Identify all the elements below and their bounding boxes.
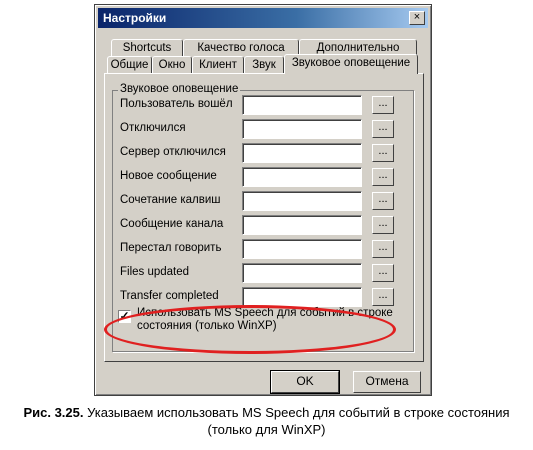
tab-sound-notification[interactable]: Звуковое оповещение: [284, 54, 418, 74]
sound-file-input-files-updated[interactable]: [242, 263, 362, 283]
sound-file-input-user-joined[interactable]: [242, 95, 362, 115]
sound-file-input-channel-message[interactable]: [242, 215, 362, 235]
figure-caption: Рис. 3.25. Указываем использовать MS Spe…: [0, 404, 533, 438]
label-channel-message: Сообщение канала: [120, 218, 224, 230]
ok-button[interactable]: OK: [270, 370, 340, 394]
label-user-joined: Пользователь вошёл: [120, 98, 233, 110]
caption-text: Указываем использовать MS Speech для соб…: [83, 405, 510, 437]
sound-file-input-server-disconnected[interactable]: [242, 143, 362, 163]
label-disconnected: Отключился: [120, 122, 186, 134]
tab-shortcuts[interactable]: Shortcuts: [111, 39, 183, 57]
tab-client[interactable]: Клиент: [192, 56, 244, 74]
label-files-updated: Files updated: [120, 266, 190, 278]
label-hotkey: Сочетание калвиш: [120, 194, 221, 206]
label-stopped-talking: Перестал говорить: [120, 242, 222, 254]
window-title: Настройки: [103, 11, 167, 25]
tab-window[interactable]: Окно: [152, 56, 192, 74]
close-icon: ×: [413, 11, 421, 23]
check-mark-icon: ✓: [119, 309, 130, 323]
settings-dialog: Настройки × Shortcuts Качество голоса До…: [94, 4, 432, 396]
browse-button-disconnected[interactable]: ...: [372, 120, 394, 138]
browse-button-server-disconnected[interactable]: ...: [372, 144, 394, 162]
caption-prefix: Рис. 3.25.: [23, 405, 84, 420]
sound-file-input-stopped-talking[interactable]: [242, 239, 362, 259]
sound-file-input-disconnected[interactable]: [242, 119, 362, 139]
browse-button-stopped-talking[interactable]: ...: [372, 240, 394, 258]
browse-button-files-updated[interactable]: ...: [372, 264, 394, 282]
sound-notification-group: Звуковое оповещение Пользователь вошёл .…: [112, 83, 414, 352]
ms-speech-checkbox[interactable]: ✓: [118, 310, 131, 323]
cancel-button[interactable]: Отмена: [353, 371, 421, 393]
tab-general[interactable]: Общие: [107, 56, 152, 74]
browse-button-channel-message[interactable]: ...: [372, 216, 394, 234]
sound-file-input-transfer-completed[interactable]: [242, 287, 362, 307]
browse-button-transfer-completed[interactable]: ...: [372, 288, 394, 306]
label-server-disconnected: Сервер отключился: [120, 146, 226, 158]
tab-sound[interactable]: Звук: [244, 56, 284, 74]
browse-button-user-joined[interactable]: ...: [372, 96, 394, 114]
ms-speech-checkbox-label[interactable]: Использовать MS Speech для событий в стр…: [137, 307, 405, 333]
sound-file-input-new-message[interactable]: [242, 167, 362, 187]
browse-button-new-message[interactable]: ...: [372, 168, 394, 186]
tab-voice-quality[interactable]: Качество голоса: [183, 39, 299, 57]
group-title: Звуковое оповещение: [118, 83, 241, 95]
tab-panel: Звуковое оповещение Пользователь вошёл .…: [104, 73, 424, 362]
label-transfer-completed: Transfer completed: [120, 290, 219, 302]
sound-file-input-hotkey[interactable]: [242, 191, 362, 211]
close-button[interactable]: ×: [409, 11, 425, 25]
label-new-message: Новое сообщение: [120, 170, 217, 182]
browse-button-hotkey[interactable]: ...: [372, 192, 394, 210]
title-bar[interactable]: Настройки ×: [98, 8, 428, 28]
